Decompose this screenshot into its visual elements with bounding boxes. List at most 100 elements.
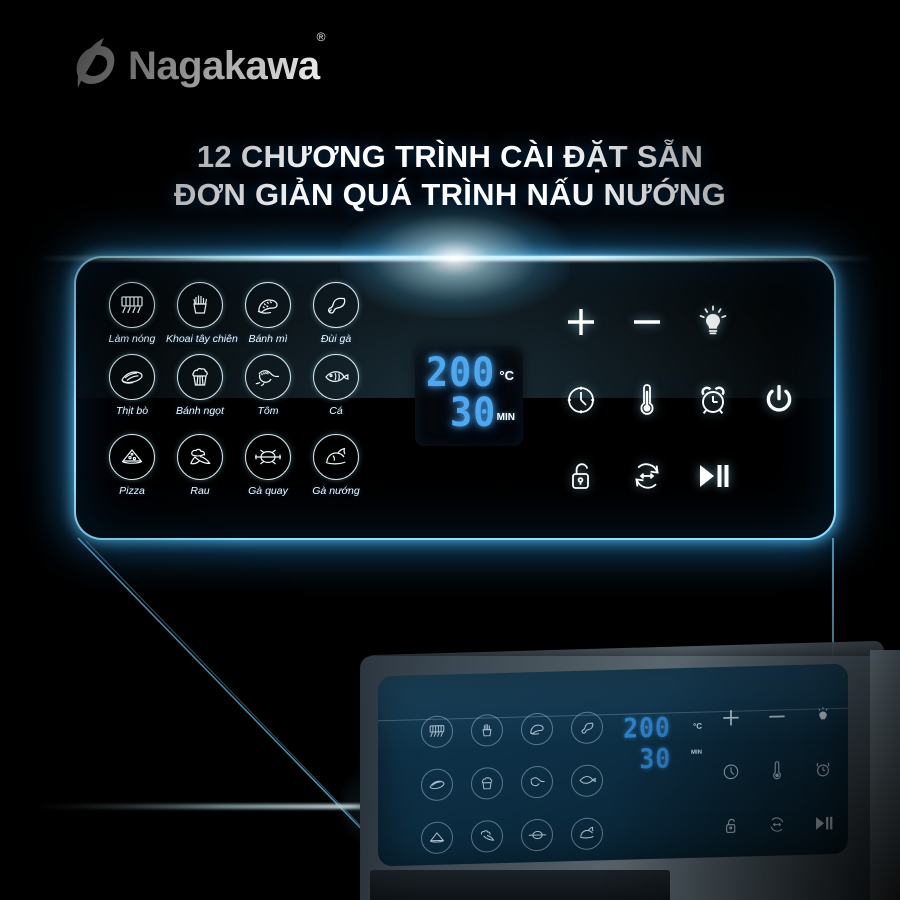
program-button-khoai-tay-chien[interactable]: Khoai tây chiên	[166, 282, 238, 354]
product-program-button[interactable]	[512, 754, 562, 808]
time-unit: MIN	[496, 412, 515, 423]
lightbulb-icon	[818, 706, 828, 719]
alarm-clock-icon	[816, 762, 830, 777]
fish-icon	[571, 763, 603, 797]
product-program-button[interactable]	[412, 810, 462, 864]
power-button[interactable]	[746, 360, 812, 440]
product-program-button[interactable]	[562, 753, 612, 807]
program-label: Gà nướng	[312, 485, 360, 497]
temperature-unit: °C	[499, 368, 514, 383]
decrease-button[interactable]	[614, 284, 680, 360]
program-label: Cá	[329, 405, 343, 417]
program-button-dui-ga[interactable]: Đùi gà	[302, 282, 370, 354]
play-pause-icon	[815, 816, 832, 830]
program-label: Bánh mì	[248, 333, 288, 345]
minus-icon	[769, 715, 785, 718]
program-grid: Làm nóng Khoai tây chiên Bánh mì Đùi gà …	[98, 282, 398, 504]
program-label: Thịt bò	[115, 405, 149, 417]
bread-loaf-icon	[245, 282, 291, 328]
product-program-button[interactable]	[562, 806, 612, 860]
product-program-button[interactable]	[512, 807, 562, 861]
french-fries-icon	[177, 282, 223, 328]
product-program-button[interactable]	[562, 700, 612, 754]
program-button-ca[interactable]: Cá	[302, 354, 370, 434]
product-control-buttons	[708, 686, 848, 853]
increase-button[interactable]	[548, 284, 614, 360]
product-temperature-button[interactable]	[754, 743, 800, 798]
product-program-grid	[412, 700, 612, 864]
french-fries-icon	[471, 713, 503, 747]
product-time-unit: MIN	[691, 749, 702, 756]
product-program-button[interactable]	[512, 701, 562, 755]
fish-icon	[313, 354, 359, 400]
rotisserie-button[interactable]	[614, 440, 680, 512]
product-program-button[interactable]	[412, 757, 462, 811]
product-power-button[interactable]	[846, 740, 848, 795]
temperature-value: 200	[426, 350, 496, 396]
product-program-button[interactable]	[462, 703, 512, 757]
program-button-ga-nuong[interactable]: Gà nướng	[302, 434, 370, 504]
promo-banner: Nagakawa ® 12 CHƯƠNG TRÌNH CÀI ĐẶT SẴN Đ…	[0, 0, 900, 900]
vegetables-icon	[177, 434, 223, 480]
program-button-banh-ngot[interactable]: Bánh ngọt	[166, 354, 234, 434]
bread-loaf-icon	[521, 712, 553, 745]
program-label: Đùi gà	[320, 333, 352, 345]
product-time-value: 30	[639, 743, 672, 776]
program-button-pizza[interactable]: Pizza	[98, 434, 166, 504]
program-button-thit-bo[interactable]: Thịt bò	[98, 354, 166, 434]
pizza-slice-icon	[109, 434, 155, 480]
chicken-drumstick-icon	[313, 282, 359, 328]
rotisserie-chicken-icon	[245, 434, 291, 480]
product-light-button[interactable]	[800, 688, 846, 743]
program-button-ga-quay[interactable]: Gà quay	[234, 434, 302, 504]
product-increase-button[interactable]	[708, 690, 754, 745]
shrimp-icon	[245, 354, 291, 400]
time-value: 30	[450, 390, 497, 436]
product-temperature-value: 200	[623, 712, 671, 745]
minus-icon	[634, 320, 660, 324]
control-buttons	[548, 284, 814, 512]
program-button-rau[interactable]: Rau	[166, 434, 234, 504]
product-child-lock-button[interactable]	[708, 798, 754, 853]
chicken-drumstick-icon	[571, 710, 603, 744]
beef-steak-icon	[109, 354, 155, 400]
child-lock-button[interactable]	[548, 440, 614, 512]
temperature-button[interactable]	[614, 360, 680, 440]
rotate-arrows-icon	[770, 817, 784, 832]
program-label: Tôm	[257, 405, 279, 417]
rotate-arrows-icon	[635, 463, 659, 489]
product-start-pause-button[interactable]	[800, 796, 846, 851]
product-alarm-button[interactable]	[800, 742, 846, 797]
cupcake-icon	[177, 354, 223, 400]
padlock-icon	[572, 463, 589, 489]
appliance-side-panel	[870, 650, 900, 900]
program-button-lam-nong[interactable]: Làm nóng	[98, 282, 166, 354]
program-button-tom[interactable]: Tôm	[234, 354, 302, 434]
brand-logo: Nagakawa ®	[70, 30, 329, 94]
clock-icon	[567, 386, 595, 414]
program-button-banh-mi[interactable]: Bánh mì	[234, 282, 302, 354]
alarm-button[interactable]	[680, 360, 746, 440]
product-program-button[interactable]	[462, 809, 512, 863]
preheat-coils-icon	[421, 714, 453, 748]
timer-button[interactable]	[548, 360, 614, 440]
program-label: Gà quay	[248, 485, 288, 497]
product-program-button[interactable]	[462, 756, 512, 810]
product-decrease-button[interactable]	[754, 689, 800, 744]
headline-line-1: 12 CHƯƠNG TRÌNH CÀI ĐẶT SẴN	[196, 139, 704, 174]
play-pause-icon	[700, 465, 729, 487]
product-control-panel: 200 °C 30 MIN	[378, 663, 848, 867]
padlock-icon	[726, 818, 736, 833]
program-label: Bánh ngọt	[176, 405, 224, 417]
light-button[interactable]	[680, 284, 746, 360]
vegetables-icon	[471, 819, 503, 853]
start-pause-button[interactable]	[680, 440, 746, 512]
product-timer-button[interactable]	[708, 744, 754, 799]
product-rotisserie-button[interactable]	[754, 797, 800, 852]
product-led-display: 200 °C 30 MIN	[621, 712, 707, 776]
headline: 12 CHƯƠNG TRÌNH CÀI ĐẶT SẴN ĐƠN GIẢN QUÁ…	[0, 138, 900, 214]
thermometer-icon	[640, 384, 654, 415]
led-display: 200 °C 30 MIN	[415, 346, 523, 446]
roast-chicken-icon	[313, 434, 359, 480]
product-program-button[interactable]	[412, 704, 462, 758]
